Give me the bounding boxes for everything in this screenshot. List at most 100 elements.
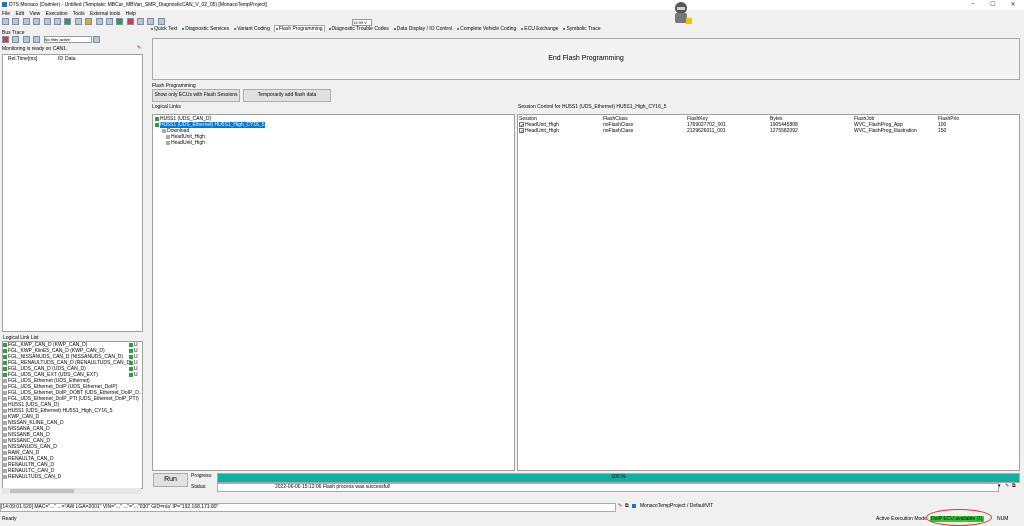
session-checkbox[interactable]: ✓ [519, 122, 524, 129]
tab-ecu-exchange[interactable]: ECU Exchange [520, 26, 559, 32]
copy-status-icon[interactable]: ⧉ [1012, 483, 1016, 489]
run-button[interactable]: Run [153, 473, 188, 487]
clear-icon[interactable] [22, 36, 30, 43]
state-icon [129, 354, 133, 359]
logical-links-title: Logical Links [152, 104, 181, 110]
stop-icon[interactable] [126, 18, 134, 25]
list-item[interactable]: RENAULTUDS_CAN_D [3, 474, 142, 480]
open-icon[interactable] [12, 18, 20, 25]
execution-mode-text: Active Execution Mode [876, 516, 927, 522]
filter-icon[interactable] [33, 36, 41, 43]
status-label: Status: [191, 484, 207, 490]
cut-icon[interactable] [33, 18, 41, 25]
tab-data-display-io-control[interactable]: Data Display / IO Control [393, 26, 453, 32]
show-only-ecus-button[interactable]: Show only ECUs with Flash Sessions [152, 89, 240, 102]
status-bar: Ready Active Execution Mode DoIP ECU ava… [0, 515, 1024, 523]
tab-quick-text[interactable]: Quick Text [150, 26, 178, 32]
horizontal-scrollbar[interactable] [2, 488, 141, 494]
state-icon [129, 372, 133, 377]
session-table: Session FlashClass FlashKey Bytes FlashJ… [519, 116, 998, 135]
progress-fill: 100 % [218, 474, 1019, 482]
filter-select[interactable]: No filter active [43, 36, 92, 43]
tab-diagnostic-trouble-codes[interactable]: Diagnostic Trouble Codes [328, 26, 390, 32]
session-icon [166, 134, 170, 139]
toolbar: 13.99 V [0, 18, 1024, 26]
menu-edit[interactable]: Edit [15, 11, 24, 17]
bus-trace-toolbar: No filter active [2, 36, 142, 43]
paste-icon[interactable] [53, 18, 61, 25]
bus-trace-panel: Rel.Time[ms] ID Data [2, 54, 143, 332]
menu-tools[interactable]: Tools [73, 11, 85, 17]
copy-log-icon[interactable]: ⧉ [625, 503, 629, 509]
warning-icon[interactable] [85, 18, 93, 25]
tab-symbolic-trace[interactable]: Symbolic Trace [562, 26, 601, 32]
end-flash-programming-button[interactable]: End Flash Programming [152, 38, 1020, 80]
refresh-icon[interactable] [92, 36, 100, 43]
save-icon[interactable] [22, 18, 30, 25]
link-icon [3, 432, 7, 437]
link-icon [3, 384, 7, 389]
link-icon [3, 342, 7, 347]
tab-strip: Quick Text Diagnostic Services Variant Cod… [150, 25, 1024, 33]
project-icon [632, 504, 636, 508]
link-icon [3, 390, 7, 395]
pin-icon-log[interactable]: ✎ [618, 503, 622, 509]
tab-status-icon [234, 27, 237, 30]
link-icon [3, 360, 7, 365]
tab-flash-programming[interactable]: Flash Programming [273, 25, 325, 32]
ecu-icon [155, 122, 159, 127]
pin-icon-status[interactable]: ✎ [1005, 483, 1009, 489]
new-icon[interactable] [2, 18, 9, 25]
tab-complete-vehicle-coding[interactable]: Complete Vehicle Coding [456, 26, 517, 32]
link-icon [3, 456, 7, 461]
pin-icon[interactable]: ✎ [137, 45, 141, 51]
num-lock-indicator: NUM [997, 516, 1009, 522]
session-checkbox[interactable]: ✓ [519, 128, 524, 135]
temp-add-flash-button[interactable]: Temporarily add flash data [243, 89, 331, 102]
table-row[interactable]: ✓HeadUnit_High noFlashClass 2129626011_0… [519, 128, 998, 135]
progress-bar: 100 % [217, 473, 1020, 483]
menu-bar: File Edit View Execution Tools External … [0, 11, 1024, 18]
execute-icon[interactable] [74, 18, 82, 25]
link-icon [3, 462, 7, 467]
link-icon [3, 396, 7, 401]
chevron-down-icon[interactable]: ▾ [998, 483, 1001, 489]
help-icon[interactable] [157, 18, 165, 25]
col-rel-time: Rel.Time[ms] [8, 56, 38, 62]
trace-icon[interactable] [147, 18, 155, 25]
close-button[interactable]: ✕ [1003, 1, 1023, 9]
col-id: ID [58, 56, 63, 62]
link-icon [3, 444, 7, 449]
link-icon [3, 426, 7, 431]
log-line: [14:09:01.520] MAC="..." ...="AW LGA=200… [0, 503, 616, 512]
menu-external-tools[interactable]: External tools [90, 11, 120, 17]
tab-diagnostic-services[interactable]: Diagnostic Services [181, 26, 230, 32]
highlight-circle [926, 509, 992, 526]
pause-icon[interactable] [12, 36, 20, 43]
vehicle-icon[interactable] [105, 18, 113, 25]
record-icon[interactable] [2, 36, 9, 43]
logical-links-tree: HU5S1 (UDS_CAN_D) HU5S1 (UDS_Ethernet) H… [152, 114, 515, 471]
maximize-button[interactable]: ☐ [983, 1, 1003, 9]
session-table-panel: Session FlashClass FlashKey Bytes FlashJ… [517, 114, 1020, 471]
link-icon [3, 348, 7, 353]
minimize-button[interactable]: – [963, 1, 983, 9]
settings-icon[interactable] [95, 18, 103, 25]
menu-execution[interactable]: Execution [46, 11, 68, 17]
monitor-icon[interactable] [137, 18, 145, 25]
menu-file[interactable]: File [2, 11, 10, 17]
menu-view[interactable]: View [29, 11, 40, 17]
scroll-thumb[interactable] [10, 489, 74, 493]
link-icon [3, 402, 7, 407]
connect-icon[interactable] [64, 18, 72, 25]
tree-item-headunit-2[interactable]: HeadUnit_High [166, 140, 205, 146]
link-icon [3, 408, 7, 413]
project-path: MonacoTempProject / DefaultVIT [640, 503, 714, 509]
tab-variant-coding[interactable]: Variant Coding [233, 26, 271, 32]
run-icon[interactable] [116, 18, 124, 25]
link-icon [3, 420, 7, 425]
menu-help[interactable]: Help [126, 11, 136, 17]
link-icon [3, 372, 7, 377]
state-icon [129, 342, 133, 347]
copy-icon[interactable] [43, 18, 51, 25]
